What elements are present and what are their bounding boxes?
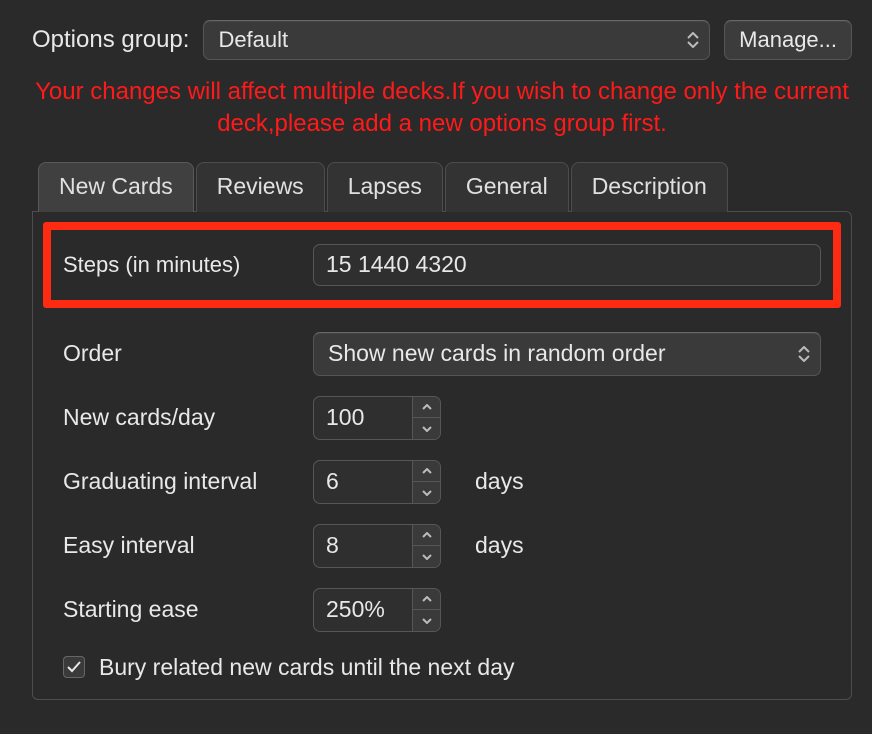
perday-stepper: [412, 397, 440, 439]
options-group-value: Default: [218, 27, 288, 53]
easy-label: Easy interval: [63, 532, 295, 559]
order-label: Order: [63, 340, 295, 367]
order-row: Order Show new cards in random order: [43, 322, 841, 386]
order-select[interactable]: Show new cards in random order: [313, 332, 821, 376]
step-up-icon[interactable]: [413, 525, 440, 546]
check-icon: [67, 661, 81, 673]
easy-unit: days: [475, 532, 524, 559]
tab-reviews[interactable]: Reviews: [196, 162, 325, 212]
ease-value: 250%: [314, 589, 412, 631]
easy-row: Easy interval 8 days: [43, 514, 841, 578]
grad-stepper: [412, 461, 440, 503]
chevron-updown-icon: [687, 32, 699, 48]
easy-value: 8: [314, 525, 412, 567]
step-down-icon[interactable]: [413, 609, 440, 631]
ease-spinner[interactable]: 250%: [313, 588, 441, 632]
grad-unit: days: [475, 468, 524, 495]
options-group-select[interactable]: Default: [203, 20, 710, 60]
order-value: Show new cards in random order: [328, 340, 666, 367]
steps-row-highlight: Steps (in minutes): [43, 222, 841, 308]
step-down-icon[interactable]: [413, 481, 440, 503]
bury-row: Bury related new cards until the next da…: [43, 642, 841, 681]
tab-lapses[interactable]: Lapses: [327, 162, 443, 212]
grad-label: Graduating interval: [63, 468, 295, 495]
easy-stepper: [412, 525, 440, 567]
perday-row: New cards/day 100: [43, 386, 841, 450]
steps-label: Steps (in minutes): [63, 252, 295, 278]
manage-button[interactable]: Manage...: [724, 20, 852, 60]
steps-input[interactable]: [313, 244, 821, 286]
perday-label: New cards/day: [63, 404, 295, 431]
tab-general[interactable]: General: [445, 162, 569, 212]
grad-row: Graduating interval 6 days: [43, 450, 841, 514]
step-up-icon[interactable]: [413, 397, 440, 418]
perday-value: 100: [314, 397, 412, 439]
step-up-icon[interactable]: [413, 461, 440, 482]
grad-value: 6: [314, 461, 412, 503]
easy-spinner[interactable]: 8: [313, 524, 441, 568]
chevron-updown-icon: [798, 346, 810, 362]
ease-label: Starting ease: [63, 596, 295, 623]
tab-strip: New Cards Reviews Lapses General Descrip…: [12, 153, 872, 211]
tab-new-cards[interactable]: New Cards: [38, 162, 194, 212]
step-up-icon[interactable]: [413, 589, 440, 610]
tab-description[interactable]: Description: [571, 162, 728, 212]
options-group-label: Options group:: [32, 26, 189, 54]
bury-checkbox[interactable]: [63, 656, 85, 678]
new-cards-panel: Steps (in minutes) Order Show new cards …: [32, 211, 852, 700]
perday-spinner[interactable]: 100: [313, 396, 441, 440]
grad-spinner[interactable]: 6: [313, 460, 441, 504]
warning-text: Your changes will affect multiple decks.…: [12, 70, 872, 153]
bury-label: Bury related new cards until the next da…: [99, 654, 515, 681]
options-group-bar: Options group: Default Manage...: [12, 16, 872, 70]
step-down-icon[interactable]: [413, 545, 440, 567]
step-down-icon[interactable]: [413, 417, 440, 439]
ease-stepper: [412, 589, 440, 631]
ease-row: Starting ease 250%: [43, 578, 841, 642]
